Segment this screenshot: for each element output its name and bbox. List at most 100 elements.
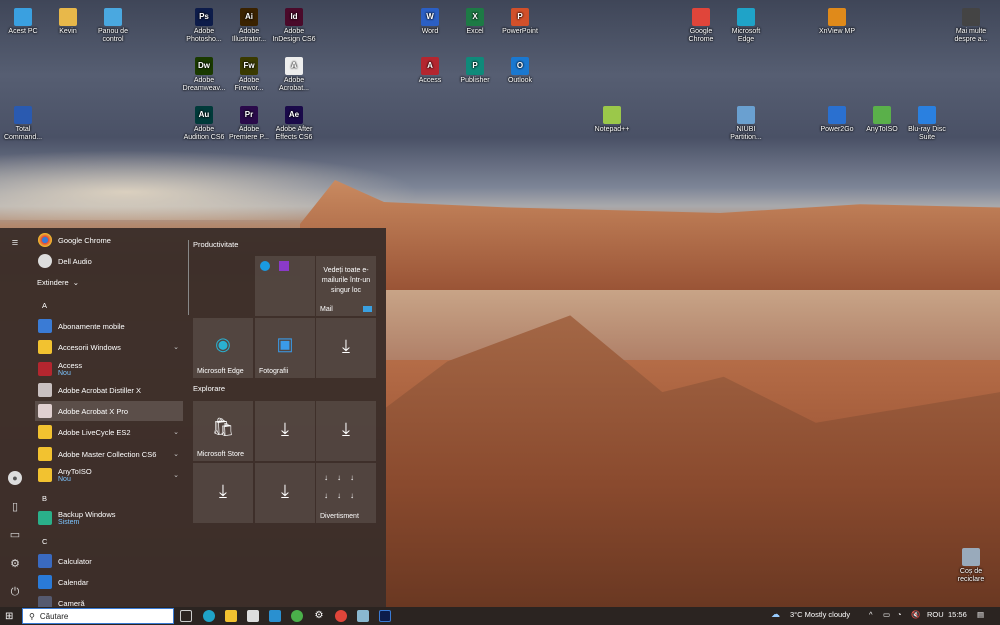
desktop-icon[interactable]: Ae Adobe After Effects CS6 bbox=[271, 106, 317, 142]
desktop-icon[interactable]: Fw Adobe Firewor... bbox=[226, 57, 272, 93]
pictures-icon[interactable]: ▭ bbox=[8, 528, 22, 542]
app-icon bbox=[104, 8, 122, 26]
search-box[interactable]: ⚲ Căutare bbox=[22, 608, 174, 624]
taskbar-photoshop-icon[interactable] bbox=[379, 610, 391, 622]
desktop-icon[interactable]: Kevin bbox=[45, 8, 91, 36]
tile-download[interactable]: ⤓ bbox=[316, 401, 376, 461]
app-icon bbox=[828, 8, 846, 26]
desktop-icon[interactable]: P PowerPoint bbox=[497, 8, 543, 36]
app-icon bbox=[59, 8, 77, 26]
notifications-icon[interactable]: ▤ bbox=[977, 610, 984, 619]
desktop-icon[interactable]: W Word bbox=[407, 8, 453, 36]
taskbar-mail-icon[interactable] bbox=[269, 610, 281, 622]
desktop-icon[interactable]: O Outlook bbox=[497, 57, 543, 85]
task-view-icon[interactable] bbox=[180, 610, 192, 622]
chevron-down-icon[interactable]: ⌄ bbox=[173, 471, 179, 479]
expand-button[interactable]: Extindere ⌄ bbox=[37, 272, 185, 292]
tile-download[interactable]: ⤓ bbox=[255, 401, 315, 461]
app-list-item[interactable]: Adobe Acrobat X Pro bbox=[35, 401, 183, 421]
taskbar-notepad-icon[interactable] bbox=[357, 610, 369, 622]
desktop-icon-label: Notepad++ bbox=[594, 126, 630, 133]
desktop-icon[interactable]: Panou de control bbox=[90, 8, 136, 44]
app-list-item[interactable]: Calendar bbox=[35, 572, 183, 592]
app-list-item[interactable]: AnyToISO Nou ⌄ bbox=[35, 465, 183, 485]
hamburger-icon[interactable]: ≡ bbox=[8, 236, 22, 250]
tile-office-apps[interactable] bbox=[255, 256, 315, 316]
app-list-item[interactable]: Access Nou bbox=[35, 359, 183, 379]
tile-microsoft-edge[interactable]: ◉ Microsoft Edge bbox=[193, 318, 253, 378]
language-indicator[interactable]: ROU bbox=[927, 610, 944, 619]
app-text: Adobe Acrobat Distiller X bbox=[58, 386, 141, 395]
power-icon[interactable]: ⏻ bbox=[8, 585, 22, 599]
desktop-icon[interactable]: Pr Adobe Premiere P... bbox=[226, 106, 272, 142]
letter-header[interactable]: C bbox=[42, 537, 47, 546]
app-list-item[interactable]: Adobe LiveCycle ES2 ⌄ bbox=[35, 422, 183, 442]
desktop-icon[interactable]: Ai Adobe Illustrator... bbox=[226, 8, 272, 44]
desktop-icon[interactable]: X Excel bbox=[452, 8, 498, 36]
windows-start-icon[interactable]: ⊞ bbox=[5, 611, 13, 622]
app-list-item[interactable]: Adobe Acrobat Distiller X bbox=[35, 380, 183, 400]
tile-mail[interactable]: Vedeți toate e-mailurile într-un singur … bbox=[316, 256, 376, 316]
tile-divertisment[interactable]: ↓↓↓ ↓↓↓ Divertisment bbox=[316, 463, 376, 523]
desktop-icon[interactable]: Microsoft Edge bbox=[723, 8, 769, 44]
chevron-up-icon[interactable]: ^ bbox=[869, 610, 873, 619]
desktop-icon[interactable]: Ps Adobe Photosho... bbox=[181, 8, 227, 44]
wifi-icon[interactable]: ◔ bbox=[897, 610, 902, 619]
group-productivitate[interactable]: Productivitate bbox=[193, 240, 238, 249]
app-list-item[interactable]: Accesorii Windows ⌄ bbox=[35, 337, 183, 357]
taskbar-chrome-icon[interactable] bbox=[335, 610, 347, 622]
desktop-icon[interactable]: Acest PC bbox=[0, 8, 46, 36]
app-list-item[interactable]: Calculator bbox=[35, 551, 183, 571]
desktop-icon[interactable]: Notepad++ bbox=[589, 106, 635, 134]
desktop-icon[interactable]: A Access bbox=[407, 57, 453, 85]
weather-text[interactable]: 3°C Mostly cloudy bbox=[790, 610, 850, 619]
taskbar-settings-icon[interactable]: ⚙ bbox=[313, 610, 325, 622]
taskbar-explorer-icon[interactable] bbox=[225, 610, 237, 622]
app-list-item[interactable]: Adobe Master Collection CS6 ⌄ bbox=[35, 444, 183, 464]
clock[interactable]: 15:56 bbox=[948, 610, 967, 619]
settings-gear-icon[interactable]: ⚙ bbox=[8, 557, 22, 571]
taskbar-edge-icon[interactable] bbox=[203, 610, 215, 622]
desktop-icon[interactable]: Coș de reciclare bbox=[948, 548, 994, 584]
desktop-icon[interactable]: Mai multe despre a... bbox=[948, 8, 994, 44]
app-dell-audio[interactable]: Dell Audio bbox=[35, 251, 183, 271]
tile-fotografii[interactable]: ▣ Fotografii bbox=[255, 318, 315, 378]
desktop-icon[interactable]: Blu-ray Disc Suite bbox=[904, 106, 950, 142]
letter-header[interactable]: B bbox=[42, 494, 47, 503]
app-list-item[interactable]: Abonamente mobile bbox=[35, 316, 183, 336]
app-icon bbox=[603, 106, 621, 124]
chevron-down-icon[interactable]: ⌄ bbox=[173, 428, 179, 436]
desktop-icon[interactable]: Dw Adobe Dreamweav... bbox=[181, 57, 227, 93]
chevron-down-icon[interactable]: ⌄ bbox=[173, 450, 179, 458]
app-label: Calculator bbox=[58, 556, 92, 566]
tile-microsoft-store[interactable]: 🛍 Microsoft Store bbox=[193, 401, 253, 461]
desktop-icon[interactable]: NIUBI Partition... bbox=[723, 106, 769, 142]
user-avatar-icon[interactable]: ● bbox=[8, 471, 22, 485]
network-icon[interactable]: ▭ bbox=[883, 610, 890, 619]
desktop-icon[interactable]: P Publisher bbox=[452, 57, 498, 85]
desktop-icon[interactable]: Google Chrome bbox=[678, 8, 724, 44]
taskbar-anytoiso-icon[interactable] bbox=[291, 610, 303, 622]
desktop-icon[interactable]: Power2Go bbox=[814, 106, 860, 134]
tile-download[interactable]: ⤓ bbox=[255, 463, 315, 523]
tile-download[interactable]: ⤓ bbox=[193, 463, 253, 523]
weather-cloud-icon[interactable]: ☁ bbox=[771, 609, 780, 620]
skype-icon bbox=[260, 261, 270, 271]
group-explorare[interactable]: Explorare bbox=[193, 384, 225, 393]
volume-muted-icon[interactable]: 🔇 bbox=[911, 610, 920, 619]
app-google-chrome[interactable]: Google Chrome bbox=[35, 230, 183, 250]
app-list-item[interactable]: Backup Windows Sistem bbox=[35, 508, 183, 528]
letter-header[interactable]: A bbox=[42, 301, 47, 310]
documents-icon[interactable]: ▯ bbox=[8, 500, 22, 514]
chevron-down-icon[interactable]: ⌄ bbox=[173, 343, 179, 351]
desktop-icon[interactable]: Au Adobe Audition CS6 bbox=[181, 106, 227, 142]
desktop-icon[interactable]: A Adobe Acrobat... bbox=[271, 57, 317, 93]
taskbar-store-icon[interactable] bbox=[247, 610, 259, 622]
app-label: Access bbox=[58, 361, 83, 370]
desktop-icon[interactable]: Total Command... bbox=[0, 106, 46, 142]
app-list[interactable]: Google Chrome Dell Audio Extindere ⌄ A B … bbox=[33, 228, 185, 610]
desktop-icon[interactable]: AnyToISO bbox=[859, 106, 905, 134]
desktop-icon[interactable]: XnView MP bbox=[814, 8, 860, 36]
tile-download[interactable]: ⤓ bbox=[316, 318, 376, 378]
desktop-icon[interactable]: Id Adobe InDesign CS6 bbox=[271, 8, 317, 44]
